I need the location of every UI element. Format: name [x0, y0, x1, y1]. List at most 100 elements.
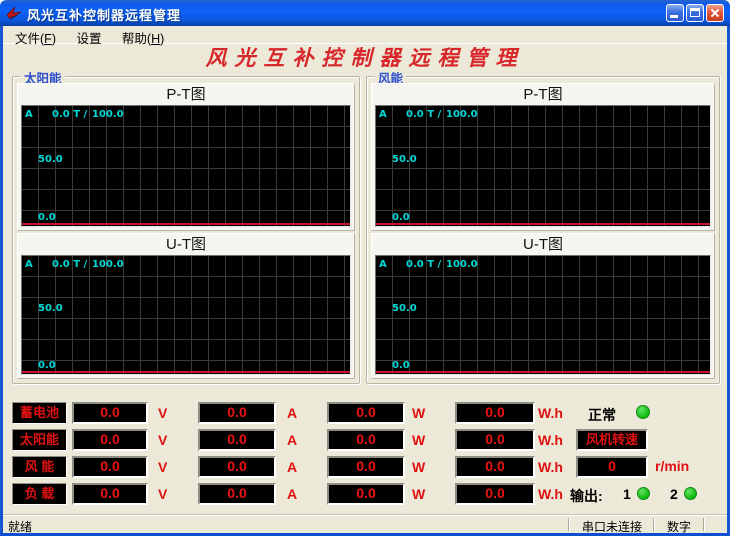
wind-energy-display: 0.0 [455, 456, 535, 478]
wind-current-display: 0.0 [198, 456, 276, 478]
output2-label: 2 [670, 486, 678, 502]
wind-power-display: 0.0 [327, 456, 405, 478]
menubar: 文件(F) 设置 帮助(H) [3, 26, 727, 44]
statusbar: 就绪 串口未连接 数字 [0, 515, 730, 533]
wind-pt-title: P-T图 [372, 84, 714, 104]
wind-ut-title: U-T图 [372, 234, 714, 254]
groupbox-solar: 太阳能 P-T图 A 0.0 T / 100.0 50.0 0.0 U-T图 A… [12, 76, 360, 384]
unit-watt: W [412, 432, 425, 448]
unit-watthour: W.h [538, 405, 563, 421]
unit-volt: V [158, 459, 167, 475]
load-label: 负 载 [12, 483, 67, 505]
solar-current-display: 0.0 [198, 429, 276, 451]
output1-indicator-light [637, 487, 650, 500]
solar-label: 太阳能 [12, 429, 67, 451]
axis-marker: A [379, 109, 387, 120]
menu-file[interactable]: 文件(F) [7, 26, 64, 47]
unit-amp: A [287, 459, 297, 475]
axis-max-label: 100.0 [92, 109, 124, 120]
menu-settings[interactable]: 设置 [68, 26, 109, 47]
load-current-display: 0.0 [198, 483, 276, 505]
load-energy-display: 0.0 [455, 483, 535, 505]
solar-power-display: 0.0 [327, 429, 405, 451]
fan-speed-label: 风机转速 [576, 429, 648, 451]
axis-max-label: 100.0 [92, 259, 124, 270]
unit-amp: A [287, 486, 297, 502]
wind-pt-panel: P-T图 A 0.0 T / 100.0 50.0 0.0 [371, 83, 715, 231]
axis-min-label: 0.0 [392, 360, 410, 371]
axis-mid-label: 50.0 [392, 303, 417, 314]
statusbar-divider [653, 518, 654, 531]
axis-max-label: 100.0 [446, 259, 478, 270]
axis-max-label: 100.0 [446, 109, 478, 120]
statusbar-divider [568, 518, 569, 531]
unit-watt: W [412, 486, 425, 502]
wind-pt-chart: A 0.0 T / 100.0 50.0 0.0 [375, 105, 711, 227]
solar-pt-panel: P-T图 A 0.0 T / 100.0 50.0 0.0 [17, 83, 355, 231]
app-logo-icon [6, 5, 22, 21]
fan-speed-unit: r/min [655, 458, 689, 474]
wind-ut-panel: U-T图 A 0.0 T / 100.0 50.0 0.0 [371, 233, 715, 379]
output2-indicator-light [684, 487, 697, 500]
unit-volt: V [158, 432, 167, 448]
unit-amp: A [287, 405, 297, 421]
fan-speed-display: 0 [576, 456, 648, 478]
axis-marker: A [25, 109, 33, 120]
output-label: 输出: [570, 486, 603, 506]
load-power-display: 0.0 [327, 483, 405, 505]
window-border-left [0, 24, 3, 536]
normal-indicator-light [636, 405, 650, 419]
unit-volt: V [158, 405, 167, 421]
battery-voltage-display: 0.0 [72, 402, 148, 424]
zero-trace-line [22, 371, 350, 373]
battery-power-display: 0.0 [327, 402, 405, 424]
statusbar-divider [703, 518, 704, 531]
wind-label: 风 能 [12, 456, 67, 478]
readout-row-load: 负 载 0.0 V 0.0 A 0.0 W 0.0 W.h [12, 483, 572, 505]
unit-watthour: W.h [538, 432, 563, 448]
wind-voltage-display: 0.0 [72, 456, 148, 478]
groupbox-wind: 风能 P-T图 A 0.0 T / 100.0 50.0 0.0 U-T图 A … [366, 76, 720, 384]
unit-watt: W [412, 405, 425, 421]
readout-row-battery: 蓄电池 0.0 V 0.0 A 0.0 W 0.0 W.h [12, 402, 572, 424]
unit-watt: W [412, 459, 425, 475]
solar-ut-chart: A 0.0 T / 100.0 50.0 0.0 [21, 255, 351, 375]
output1-label: 1 [623, 486, 631, 502]
solar-energy-display: 0.0 [455, 429, 535, 451]
axis-scale-label: 0.0 T / [52, 109, 87, 120]
zero-trace-line [22, 223, 350, 225]
axis-min-label: 0.0 [392, 212, 410, 223]
axis-mid-label: 50.0 [38, 154, 63, 165]
battery-current-display: 0.0 [198, 402, 276, 424]
window-title: 风光互补控制器远程管理 [27, 5, 181, 24]
solar-voltage-display: 0.0 [72, 429, 148, 451]
solar-ut-panel: U-T图 A 0.0 T / 100.0 50.0 0.0 [17, 233, 355, 379]
readout-row-solar: 太阳能 0.0 V 0.0 A 0.0 W 0.0 W.h [12, 429, 572, 451]
axis-scale-label: 0.0 T / [52, 259, 87, 270]
axis-min-label: 0.0 [38, 360, 56, 371]
app-window: 风光互补控制器远程管理 文件(F) 设置 帮助(H) 风光互补控制器远程管理 太… [0, 0, 730, 536]
solar-ut-title: U-T图 [18, 234, 354, 254]
close-icon[interactable] [706, 4, 724, 22]
readout-row-wind: 风 能 0.0 V 0.0 A 0.0 W 0.0 W.h [12, 456, 572, 478]
solar-pt-chart: A 0.0 T / 100.0 50.0 0.0 [21, 105, 351, 227]
load-voltage-display: 0.0 [72, 483, 148, 505]
solar-pt-title: P-T图 [18, 84, 354, 104]
maximize-icon[interactable] [686, 4, 704, 22]
unit-amp: A [287, 432, 297, 448]
axis-mid-label: 50.0 [38, 303, 63, 314]
titlebar[interactable]: 风光互补控制器远程管理 [0, 0, 730, 26]
unit-volt: V [158, 486, 167, 502]
menu-help[interactable]: 帮助(H) [114, 26, 172, 47]
unit-watthour: W.h [538, 459, 563, 475]
minimize-icon[interactable] [666, 4, 684, 22]
axis-marker: A [25, 259, 33, 270]
axis-min-label: 0.0 [38, 212, 56, 223]
wind-ut-chart: A 0.0 T / 100.0 50.0 0.0 [375, 255, 711, 375]
battery-label: 蓄电池 [12, 402, 67, 424]
zero-trace-line [376, 223, 710, 225]
axis-scale-label: 0.0 T / [406, 109, 441, 120]
axis-marker: A [379, 259, 387, 270]
unit-watthour: W.h [538, 486, 563, 502]
battery-energy-display: 0.0 [455, 402, 535, 424]
